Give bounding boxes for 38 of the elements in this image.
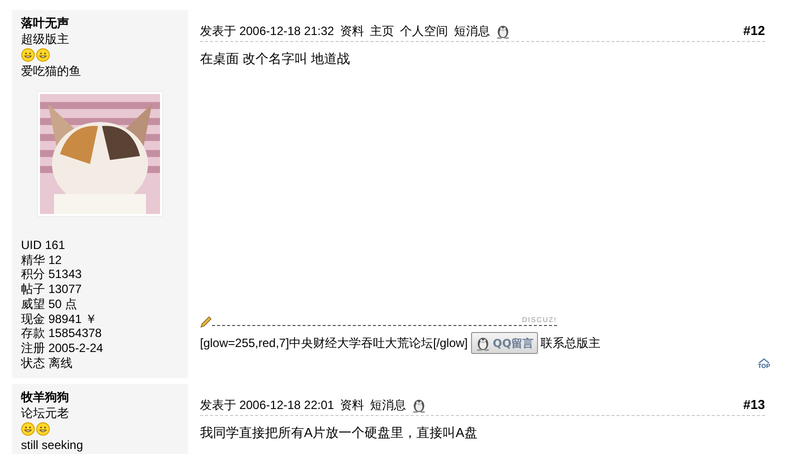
author-stat: 状态 离线 <box>21 356 74 370</box>
author-stat: 帖子 13077 <box>21 282 83 297</box>
post-link[interactable]: 短消息 <box>454 23 490 39</box>
smiley-icon <box>21 48 35 62</box>
pencil-icon <box>200 316 212 328</box>
author-rank: 论坛元老 <box>21 405 70 422</box>
author-title: 爱吃猫的鱼 <box>21 63 82 79</box>
penguin-icon[interactable] <box>496 23 510 39</box>
signature-text: [glow=255,red,7]中央财经大学吞吐大荒论坛[/glow] <box>200 334 468 352</box>
smiley-icon <box>21 422 35 436</box>
penguin-icon[interactable] <box>412 397 426 414</box>
smiley-icon <box>36 48 50 62</box>
author-rank: 超级版主 <box>21 31 70 47</box>
author-stat: 存款 15854378 <box>21 326 103 341</box>
post-message: 在桌面 改个名字叫 地道战 <box>200 50 352 68</box>
post-number: #13 <box>743 397 765 414</box>
post-link[interactable]: 主页 <box>370 23 394 39</box>
post-link[interactable]: 资料 <box>340 397 364 414</box>
post-date: 发表于 2006-12-18 21:32 <box>200 23 334 39</box>
author-stat: 精华 12 <box>21 252 63 268</box>
smiley-icon <box>36 422 50 436</box>
author-stat: 注册 2005-2-24 <box>21 340 104 356</box>
penguin-icon <box>476 335 490 352</box>
post-link[interactable]: 个人空间 <box>400 23 448 39</box>
post-message: 我同学直接把所有A片放一个硬盘里，直接叫A盘 <box>200 424 478 442</box>
author-stat: 威望 50 点 <box>21 296 78 312</box>
post-number: #12 <box>743 23 765 39</box>
author-stat: 积分 51343 <box>21 267 83 282</box>
post-link[interactable]: 资料 <box>340 23 364 39</box>
author-stat: 现金 98941 ￥ <box>21 312 98 326</box>
author-title: still seeking <box>21 437 84 454</box>
arrow-up-icon <box>756 358 772 364</box>
author-name[interactable]: 牧羊狗狗 <box>21 389 179 406</box>
author-name[interactable]: 落叶无声 <box>21 15 179 31</box>
signature-text: 联系总版主 <box>540 334 600 352</box>
post-link[interactable]: 短消息 <box>370 397 406 414</box>
post-date: 发表于 2006-12-18 22:01 <box>200 397 334 414</box>
author-stat: UID 161 <box>21 238 66 253</box>
